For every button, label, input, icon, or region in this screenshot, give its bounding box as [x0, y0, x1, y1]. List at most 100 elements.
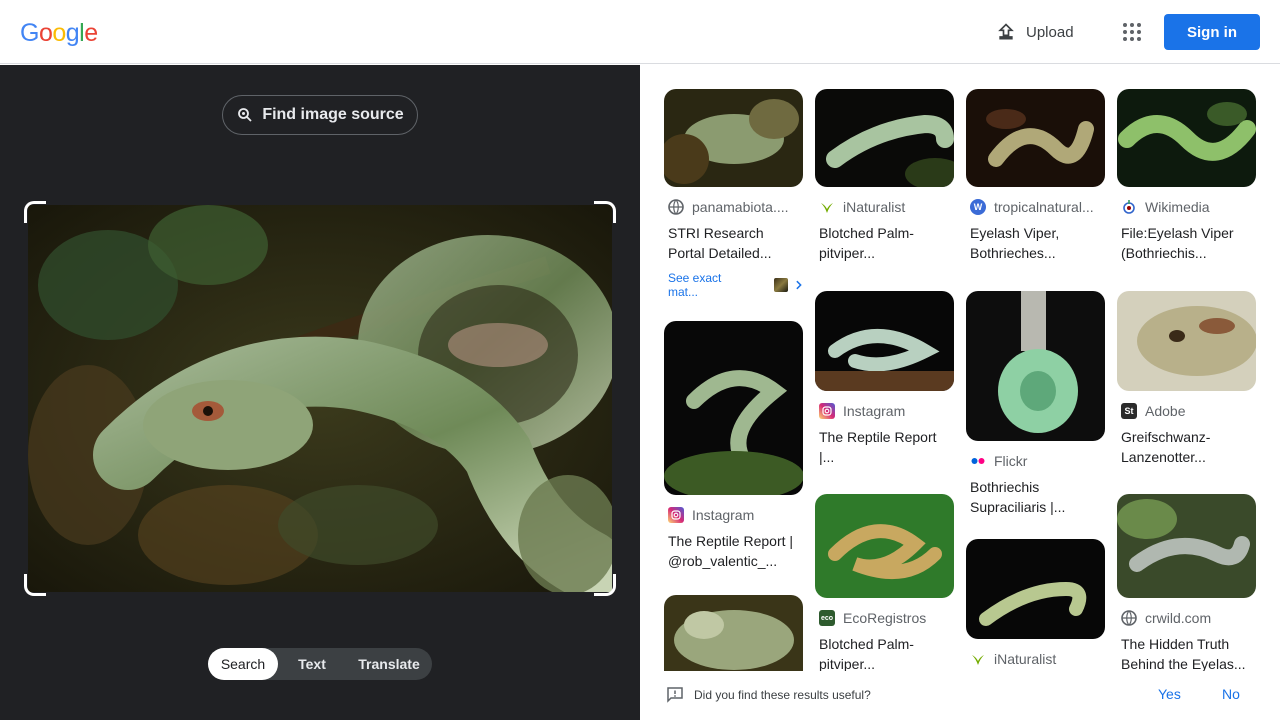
top-bar: Google Upload Sign in — [0, 0, 1280, 64]
result-source-name: Flickr — [994, 453, 1028, 469]
result-source-name: Instagram — [843, 403, 906, 419]
ecoregistros-icon: eco — [819, 610, 835, 626]
crop-handle-bottom-right[interactable] — [594, 574, 616, 596]
result-title[interactable]: The Hidden Truth Behind the Eyelas... — [1117, 634, 1256, 671]
result-title[interactable]: Bothriechis Supraciliaris |... — [966, 477, 1105, 517]
result-source-name: panamabiota.... — [692, 199, 789, 215]
feedback-yes-button[interactable]: Yes — [1158, 686, 1181, 702]
result-source-name: EcoRegistros — [843, 610, 927, 626]
result-title[interactable]: File:Eyelash Viper (Bothriechis... — [1117, 223, 1256, 263]
google-apps-button[interactable] — [1116, 16, 1148, 48]
result-source-name: tropicalnatural... — [994, 199, 1094, 215]
upload-label: Upload — [1026, 23, 1074, 41]
mode-search[interactable]: Search — [208, 648, 278, 680]
result-card[interactable]: panamabiota.... STRI Research Portal Det… — [664, 89, 803, 299]
visual-matches-grid[interactable]: panamabiota.... STRI Research Portal Det… — [640, 65, 1280, 671]
google-logo[interactable]: Google — [20, 19, 98, 47]
result-source[interactable]: Flickr — [966, 453, 1105, 469]
result-title[interactable]: Eyelash Viper, Bothrieches... — [966, 223, 1105, 263]
result-title[interactable]: Greifschwanz-Lanzenotter... — [1117, 427, 1256, 467]
result-thumbnail[interactable] — [1117, 494, 1256, 598]
logo-letter: g — [65, 19, 80, 47]
result-source[interactable]: Wikimedia — [1117, 199, 1256, 215]
crop-area[interactable] — [24, 201, 616, 596]
result-card[interactable]: Wikimedia File:Eyelash Viper (Bothriechi… — [1117, 89, 1256, 263]
result-source[interactable]: Instagram — [815, 403, 954, 419]
feedback-bar: Did you find these results useful? Yes N… — [640, 671, 1280, 720]
query-image — [28, 205, 612, 592]
crop-handle-top-left[interactable] — [24, 201, 46, 223]
logo-letter: o — [52, 19, 66, 47]
result-thumbnail[interactable] — [664, 321, 803, 495]
result-card[interactable]: iNaturalist Blotched Palm-pitviper... — [815, 89, 954, 263]
instagram-icon — [819, 403, 835, 419]
result-thumbnail[interactable] — [815, 494, 954, 598]
feedback-icon — [667, 687, 683, 703]
result-source[interactable]: Instagram — [664, 507, 803, 523]
globe-icon — [1121, 610, 1137, 626]
mode-text[interactable]: Text — [278, 648, 346, 680]
result-source[interactable]: panamabiota.... — [664, 199, 803, 215]
logo-letter: G — [20, 19, 39, 47]
result-source-name: crwild.com — [1145, 610, 1212, 626]
result-card[interactable]: Flickr Bothriechis Supraciliaris |... — [966, 291, 1105, 517]
result-source-name: Instagram — [692, 507, 755, 523]
result-thumbnail[interactable] — [664, 89, 803, 187]
result-title[interactable]: Blotched Palm-pitviper... — [815, 223, 954, 263]
result-title[interactable]: The Reptile Report | @rob_valentic_... — [664, 531, 803, 571]
result-thumbnail[interactable] — [815, 89, 954, 187]
result-card[interactable] — [664, 595, 803, 671]
results-panel: panamabiota.... STRI Research Portal Det… — [640, 65, 1280, 720]
upload-icon — [998, 23, 1014, 40]
result-thumbnail[interactable] — [1117, 89, 1256, 187]
sign-in-button[interactable]: Sign in — [1164, 14, 1260, 50]
result-card[interactable]: eco EcoRegistros Blotched Palm-pitviper.… — [815, 494, 954, 671]
result-card[interactable]: Instagram The Reptile Report |... — [815, 291, 954, 467]
result-source[interactable]: St Adobe — [1117, 403, 1256, 419]
logo-letter: e — [84, 19, 98, 47]
feedback-no-button[interactable]: No — [1222, 686, 1240, 702]
find-image-source-label: Find image source — [262, 106, 404, 123]
exact-match-thumbnail — [774, 278, 788, 292]
result-thumbnail[interactable] — [966, 291, 1105, 441]
result-source[interactable]: iNaturalist — [966, 651, 1105, 667]
result-source-name: iNaturalist — [994, 651, 1057, 667]
result-source[interactable]: iNaturalist — [815, 199, 954, 215]
result-card[interactable]: W tropicalnatural... Eyelash Viper, Both… — [966, 89, 1105, 263]
result-title[interactable]: The Reptile Report |... — [815, 427, 954, 467]
result-thumbnail[interactable] — [966, 89, 1105, 187]
inaturalist-icon — [970, 651, 986, 667]
see-exact-matches-link[interactable]: See exact mat... — [664, 271, 803, 299]
upload-button[interactable]: Upload — [984, 14, 1086, 50]
result-thumbnail[interactable] — [664, 595, 803, 671]
result-card[interactable]: iNaturalist — [966, 539, 1105, 667]
result-source-name: iNaturalist — [843, 199, 906, 215]
feedback-question: Did you find these results useful? — [694, 688, 871, 702]
wikimedia-icon — [1121, 199, 1137, 215]
result-source-name: Wikimedia — [1145, 199, 1210, 215]
find-image-source-button[interactable]: Find image source — [222, 95, 418, 135]
result-card[interactable]: Instagram The Reptile Report | @rob_vale… — [664, 321, 803, 571]
crop-handle-top-right[interactable] — [594, 201, 616, 223]
result-source[interactable]: eco EcoRegistros — [815, 610, 954, 626]
crop-handle-bottom-left[interactable] — [24, 574, 46, 596]
mode-translate[interactable]: Translate — [346, 648, 432, 680]
result-card[interactable]: crwild.com The Hidden Truth Behind the E… — [1117, 494, 1256, 671]
result-card[interactable]: St Adobe Greifschwanz-Lanzenotter... — [1117, 291, 1256, 467]
result-source[interactable]: crwild.com — [1117, 610, 1256, 626]
result-source[interactable]: W tropicalnatural... — [966, 199, 1105, 215]
query-image-panel: Find image source Search Text Translate — [0, 65, 640, 720]
mode-switch: Search Text Translate — [208, 648, 432, 680]
result-thumbnail[interactable] — [1117, 291, 1256, 391]
instagram-icon — [668, 507, 684, 523]
logo-letter: o — [38, 19, 53, 47]
result-thumbnail[interactable] — [815, 291, 954, 391]
flickr-icon — [970, 453, 986, 469]
result-title[interactable]: STRI Research Portal Detailed... — [664, 223, 803, 263]
chevron-right-icon — [795, 280, 802, 290]
result-title[interactable]: Blotched Palm-pitviper... — [815, 634, 954, 671]
result-source-name: Adobe — [1145, 403, 1186, 419]
adobe-stock-icon: St — [1121, 403, 1137, 419]
lens-search-icon — [238, 108, 252, 122]
result-thumbnail[interactable] — [966, 539, 1105, 639]
